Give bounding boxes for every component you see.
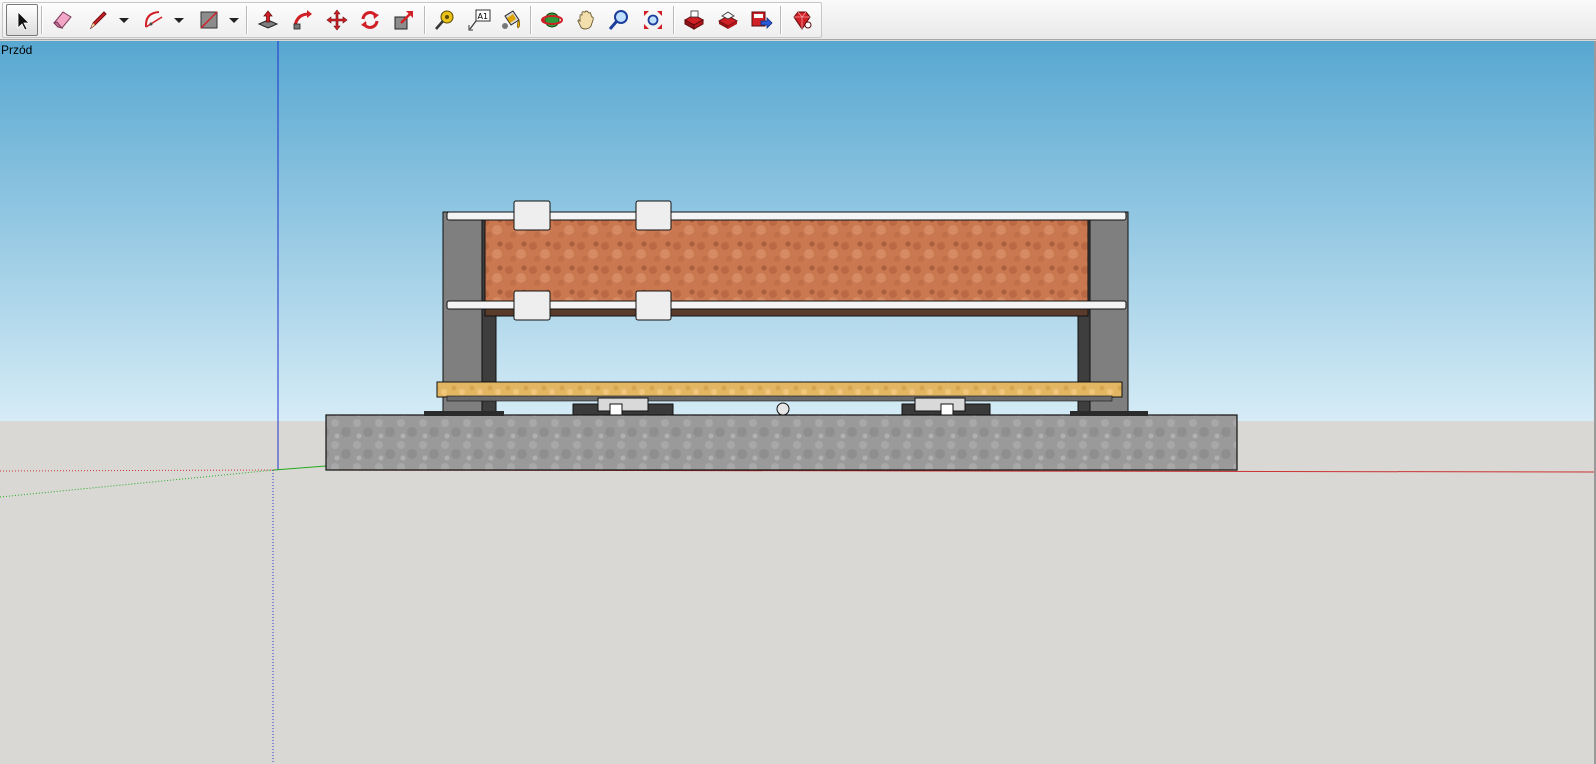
bearing-clamp-right <box>914 397 966 412</box>
rotate-icon <box>361 11 379 29</box>
tape-measure-icon <box>435 10 454 30</box>
pencil-tool-dropdown[interactable] <box>118 12 130 28</box>
text-label-icon: A1 <box>468 9 491 31</box>
board-underside <box>446 395 1113 402</box>
push-pull-tool-button[interactable] <box>252 4 284 36</box>
pencil-icon <box>89 11 107 30</box>
tape-measure-tool-button[interactable] <box>429 4 461 36</box>
wooden-board[interactable] <box>436 381 1123 398</box>
share-model-tool-button[interactable] <box>745 4 777 36</box>
slider-block-top-left[interactable] <box>513 200 551 231</box>
toolbar-separator <box>41 6 43 34</box>
toolbar-separator <box>780 6 782 34</box>
rotate-tool-button[interactable] <box>354 4 386 36</box>
bearing-clamp-left <box>597 397 649 412</box>
pencil-tool-button[interactable] <box>82 4 114 36</box>
scale-icon <box>394 11 413 30</box>
bearing-inner-left <box>609 403 623 416</box>
ground-plane <box>0 421 1596 764</box>
rectangle-tool-button[interactable] <box>193 4 225 36</box>
paint-bucket-tool-button[interactable] <box>495 4 527 36</box>
text-tool-label: A1 <box>478 12 489 21</box>
zoom-extents-tool-button[interactable] <box>637 4 669 36</box>
toolbar-separator <box>424 6 426 34</box>
paint-bucket-icon <box>502 10 521 29</box>
toolbar-separator <box>246 6 248 34</box>
rusty-plate[interactable] <box>484 219 1089 315</box>
scale-tool-button[interactable] <box>388 4 420 36</box>
lead-screw-end[interactable] <box>776 402 790 416</box>
select-tool-button[interactable] <box>6 4 38 36</box>
move-tool-button[interactable] <box>321 4 353 36</box>
rectangle-tool-dropdown[interactable] <box>228 12 240 28</box>
pan-tool-button[interactable] <box>570 4 602 36</box>
cursor-arrow-icon <box>17 11 30 31</box>
toolbar-separator <box>530 6 532 34</box>
warehouse-icon <box>683 10 705 30</box>
left-foot-plate <box>424 411 504 416</box>
right-foot-plate <box>1070 411 1148 416</box>
chevron-down-icon <box>174 18 184 23</box>
orbit-icon <box>541 12 563 28</box>
chevron-down-icon <box>119 18 129 23</box>
rectangle-icon <box>200 11 218 29</box>
main-toolbar: A1 <box>0 0 1596 40</box>
share-component-icon <box>717 11 739 29</box>
follow-me-icon <box>293 10 312 30</box>
follow-me-tool-button[interactable] <box>287 4 319 36</box>
toolbar-separator <box>673 6 675 34</box>
ruby-gem-icon <box>793 11 812 30</box>
modeling-viewport[interactable] <box>0 41 1596 764</box>
arc-icon <box>144 11 163 28</box>
text-tool-button[interactable]: A1 <box>463 4 495 36</box>
eraser-icon <box>53 11 72 29</box>
ruby-console-tool-button[interactable] <box>786 4 818 36</box>
hand-icon <box>577 10 594 30</box>
push-pull-icon <box>257 10 279 29</box>
arc-tool-dropdown[interactable] <box>173 12 185 28</box>
scene-canvas <box>0 41 1596 764</box>
concrete-base[interactable] <box>325 414 1238 471</box>
slider-block-top-right[interactable] <box>635 200 672 231</box>
view-name-label: Przód <box>1 43 33 57</box>
zoom-extents-icon <box>644 11 662 29</box>
slider-block-mid-right[interactable] <box>635 290 672 321</box>
move-icon <box>326 9 348 31</box>
orbit-tool-button[interactable] <box>536 4 568 36</box>
zoom-tool-button[interactable] <box>603 4 635 36</box>
magnifier-icon <box>608 10 628 30</box>
slider-block-mid-left[interactable] <box>513 290 551 321</box>
eraser-tool-button[interactable] <box>46 4 78 36</box>
bearing-inner-right <box>940 403 954 416</box>
share-component-tool-button[interactable] <box>712 4 744 36</box>
arc-tool-button[interactable] <box>138 4 170 36</box>
share-model-icon <box>751 11 773 29</box>
chevron-down-icon <box>229 18 239 23</box>
warehouse-tool-button[interactable] <box>678 4 710 36</box>
